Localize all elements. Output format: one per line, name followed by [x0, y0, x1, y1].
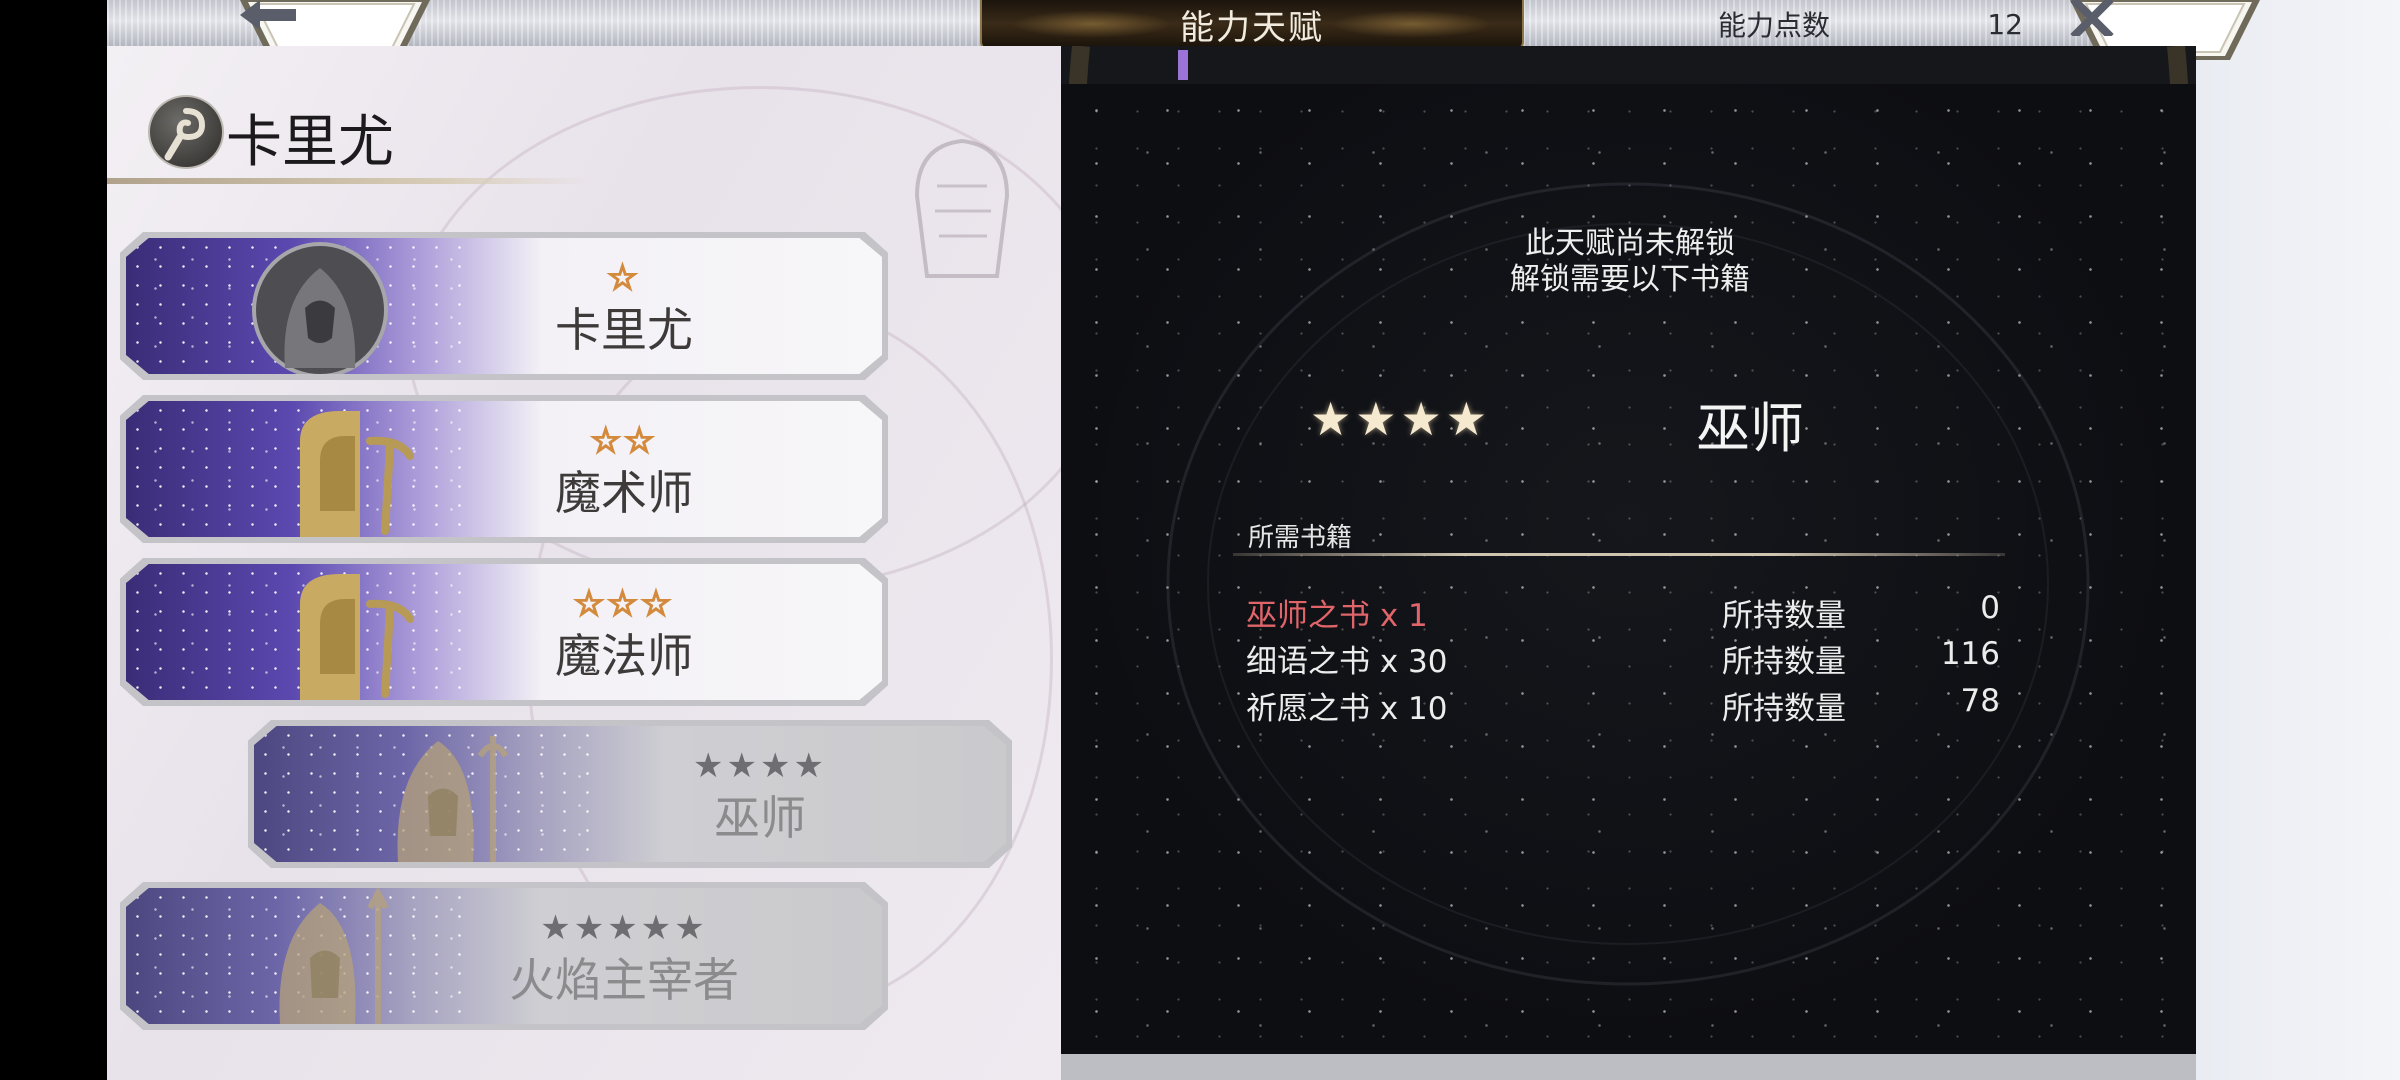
- character-name: 卡里尤: [226, 110, 394, 175]
- talent-card-4-selected[interactable]: ★★★★ 巫师: [248, 720, 1012, 868]
- accent-marker: [1178, 50, 1188, 80]
- talent-stars: ☆☆: [590, 420, 658, 462]
- ability-points-label: 能力点数: [1718, 9, 1831, 42]
- held-count-value: 78: [1960, 683, 2000, 719]
- talent-name: 魔术师: [555, 466, 693, 520]
- book-requirement: 祈愿之书 x 10: [1246, 691, 1448, 727]
- page-title: 能力天赋: [1180, 7, 1324, 48]
- unlock-requirement-message: 解锁需要以下书籍: [1510, 262, 1750, 297]
- staff-emblem-icon: [148, 95, 224, 169]
- required-books-label: 所需书籍: [1248, 523, 1353, 553]
- right-letterbox: [2196, 0, 2400, 1080]
- ability-points-value: 12: [1987, 8, 2023, 41]
- talent-name: 卡里尤: [555, 303, 693, 357]
- talent-card-5[interactable]: ★★★★★ 火焰主宰者: [120, 882, 888, 1030]
- talent-card-2[interactable]: ☆☆ 魔术师: [120, 395, 888, 543]
- header-divider: [107, 178, 587, 184]
- detail-class-name: 巫师: [1696, 397, 1804, 460]
- held-count-value: 0: [1980, 590, 2000, 626]
- talent-stars: ★★★★★: [540, 908, 708, 948]
- left-letterbox: [0, 0, 107, 1080]
- talent-stars: ☆: [606, 257, 641, 299]
- detail-stars: ★★★★: [1310, 392, 1491, 446]
- wizard-portrait: [397, 736, 509, 862]
- talent-card-3[interactable]: ☆☆☆ 魔法师: [120, 558, 888, 706]
- held-count-value: 116: [1940, 636, 2000, 672]
- held-count-label: 所持数量: [1722, 691, 1846, 727]
- bottom-frame-bar: [1061, 1054, 2196, 1080]
- talent-stars: ☆☆☆: [573, 583, 675, 625]
- held-count-label: 所持数量: [1722, 644, 1846, 680]
- talent-stars: ★★★★: [693, 746, 827, 786]
- book-row: 细语之书 x 30 所持数量 116: [1246, 636, 2006, 680]
- required-books-divider: [1233, 553, 2005, 556]
- book-row: 巫师之书 x 1 所持数量 0: [1246, 590, 2006, 634]
- book-row: 祈愿之书 x 10 所持数量 78: [1246, 683, 2006, 727]
- talent-name: 魔法师: [555, 629, 693, 683]
- held-count-label: 所持数量: [1722, 598, 1846, 634]
- title-banner: 能力天赋: [980, 0, 1524, 50]
- book-requirement: 巫师之书 x 1: [1246, 598, 1428, 634]
- talent-name: 火焰主宰者: [509, 953, 739, 1007]
- talent-name: 巫师: [714, 791, 806, 845]
- gauntlet-illustration: [914, 138, 1010, 278]
- book-requirement: 细语之书 x 30: [1246, 644, 1448, 680]
- talent-card-1[interactable]: ☆ 卡里尤: [120, 232, 888, 380]
